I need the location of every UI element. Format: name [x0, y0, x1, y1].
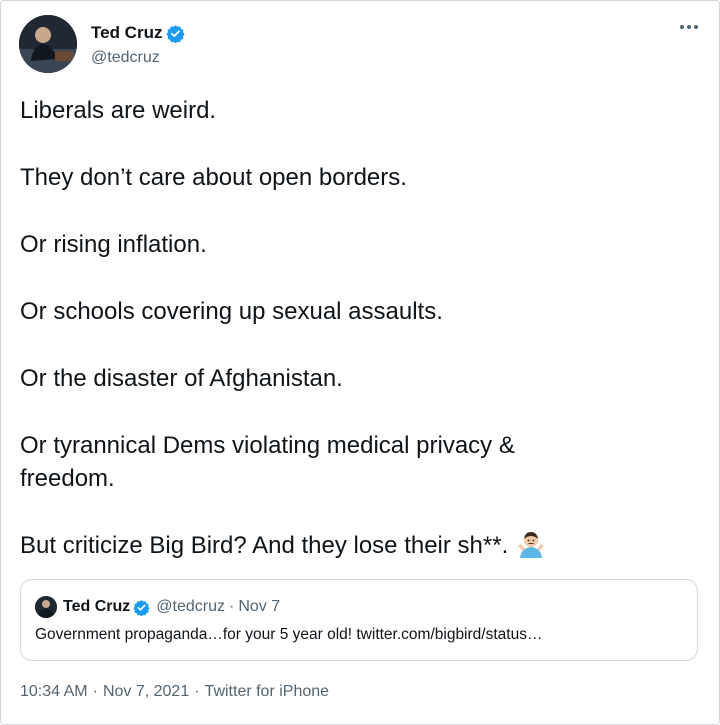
tweet-header: Ted Cruz @tedcruz [19, 15, 186, 73]
separator: · [228, 598, 235, 615]
tweet-card: Ted Cruz @tedcruz Liberals are weird. Th… [0, 0, 720, 725]
quoted-author-name[interactable]: Ted Cruz [63, 598, 130, 616]
more-options-icon[interactable] [675, 17, 703, 37]
avatar[interactable] [19, 15, 77, 73]
tweet-line: Or rising inflation. [20, 231, 207, 258]
verified-badge-icon [133, 599, 150, 616]
tweet-metadata: 10:34 AM · Nov 7, 2021 · Twitter for iPh… [20, 683, 329, 701]
tweet-source[interactable]: Twitter for iPhone [205, 683, 330, 701]
tweet-text: Liberals are weird. They don’t care abou… [20, 94, 700, 568]
quoted-tweet-date[interactable]: Nov 7 [238, 598, 280, 616]
author-handle[interactable]: @tedcruz [91, 49, 185, 67]
tweet-line: Liberals are weird. [20, 97, 217, 124]
verified-badge-icon [166, 24, 186, 43]
person-shrugging-emoji [516, 529, 546, 568]
quoted-avatar[interactable] [35, 596, 57, 618]
tweet-line: But criticize Big Bird? And they lose th… [20, 532, 509, 559]
tweet-line-last: But criticize Big Bird? And they lose th… [20, 529, 700, 568]
quoted-tweet[interactable]: Ted Cruz @tedcruz · Nov 7 Government pro… [20, 579, 698, 661]
author-block: Ted Cruz @tedcruz [91, 21, 186, 67]
tweet-line: Or schools covering up sexual assaults. [20, 298, 443, 325]
tweet-line: They don’t care about open borders. [20, 164, 407, 191]
quoted-tweet-header: Ted Cruz @tedcruz · Nov 7 [35, 596, 280, 618]
separator: · [194, 683, 200, 700]
tweet-time[interactable]: 10:34 AM [20, 683, 88, 701]
quoted-author-handle[interactable]: @tedcruz [156, 598, 225, 616]
tweet-date[interactable]: Nov 7, 2021 [103, 683, 189, 701]
tweet-line: Or tyrannical Dems violating medical pri… [20, 432, 515, 492]
author-name[interactable]: Ted Cruz [91, 23, 162, 43]
separator: · [92, 683, 98, 700]
tweet-line: Or the disaster of Afghanistan. [20, 365, 343, 392]
quoted-tweet-text: Government propaganda…for your 5 year ol… [35, 626, 543, 643]
